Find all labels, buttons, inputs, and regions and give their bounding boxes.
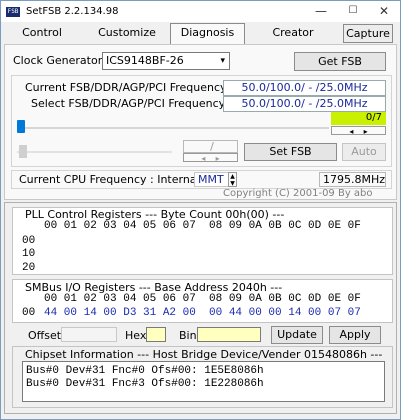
chevron-down-icon: ▾: [220, 56, 225, 66]
title-bar: FSB SetFSB 2.2.134.98 — ☐ ✕: [1, 1, 400, 22]
chipset-line: Bus#0 Dev#31 Fnc#3 Ofs#00: 1E228086h: [26, 378, 264, 390]
tab-control[interactable]: Control: [7, 24, 77, 43]
tab-diagnosis[interactable]: Diagnosis: [170, 23, 245, 44]
bin-label: Bin: [179, 329, 197, 342]
hex-label: Hex: [125, 329, 147, 342]
maximize-button[interactable]: ☐: [338, 1, 368, 22]
clock-generator-value: ICS9148BF-26: [106, 54, 184, 67]
divider-field[interactable]: /: [183, 140, 238, 153]
chipset-header: Chipset Information --- Host Bridge Devi…: [25, 348, 383, 361]
pll-row-label: 10: [22, 248, 36, 260]
pll-column-headers: 00 01 02 03 04 05 06 07 08 09 0A 0B 0C 0…: [44, 220, 361, 232]
cpu-frequency-value: 1795.8MHz: [319, 172, 386, 187]
clock-generator-select[interactable]: ICS9148BF-26 ▾: [102, 52, 230, 70]
hex-field[interactable]: [146, 327, 166, 342]
smbus-row-values: 44 00 14 00 D3 31 A2 00 00 44 00 00 14 0…: [44, 307, 361, 319]
fsb-slider-track: [17, 127, 329, 129]
select-frequency-label: Select FSB/DDR/AGP/PCI Frequency: [31, 97, 226, 110]
app-icon: FSB: [6, 6, 20, 17]
clock-generator-label: Clock Generator: [13, 54, 103, 67]
smbus-column-headers: 00 01 02 03 04 05 06 07 08 09 0A 0B 0C 0…: [44, 293, 361, 305]
pll-row-label: 00: [22, 235, 36, 247]
pll-row-label: 20: [22, 262, 36, 274]
secondary-slider-thumb[interactable]: [19, 145, 27, 158]
secondary-slider-track: [17, 151, 172, 153]
auto-button[interactable]: Auto: [342, 143, 386, 161]
fsb-slider-thumb[interactable]: [17, 120, 25, 133]
mode-spin[interactable]: ▲ ▼: [228, 172, 237, 187]
arrow-right-icon[interactable]: ▸: [364, 127, 368, 136]
minimize-button[interactable]: —: [306, 1, 336, 22]
current-frequency-label: Current FSB/DDR/AGP/PCI Frequency: [25, 81, 227, 94]
offset-field[interactable]: [61, 327, 117, 342]
window-title: SetFSB 2.2.134.98: [26, 6, 119, 17]
tab-creator[interactable]: Creator: [258, 24, 328, 43]
fsb-spin-buttons[interactable]: ◂ ▸: [331, 126, 386, 136]
tab-bar: Control Customize Diagnosis Creator Capt…: [3, 23, 398, 44]
close-button[interactable]: ✕: [369, 1, 399, 22]
tab-customize[interactable]: Customize: [91, 24, 163, 43]
divider-spin-buttons[interactable]: ◂ ▸: [183, 153, 238, 163]
fsb-counter: 0/7: [331, 112, 386, 125]
setfsb-window: FSB SetFSB 2.2.134.98 — ☐ ✕ Control Cust…: [0, 0, 401, 420]
chipset-info-box: Bus#0 Dev#31 Fnc#0 Ofs#00: 1E5E8086h Bus…: [22, 361, 385, 402]
bin-field[interactable]: [197, 327, 261, 342]
offset-label: Offset: [28, 329, 62, 342]
set-fsb-button[interactable]: Set FSB: [244, 143, 337, 161]
chipset-line: Bus#0 Dev#31 Fnc#0 Ofs#00: 1E5E8086h: [26, 365, 264, 377]
apply-button[interactable]: Apply: [329, 326, 381, 344]
select-frequency-value: 50.0/100.0/ - /25.0MHz: [223, 96, 386, 112]
smbus-row-label: 00: [22, 307, 36, 319]
arrow-left-icon[interactable]: ◂: [349, 127, 353, 136]
update-button[interactable]: Update: [271, 326, 323, 344]
current-frequency-value: 50.0/100.0/ - /25.0MHz: [223, 80, 386, 96]
cpu-frequency-label: Current CPU Frequency : Internal: [19, 173, 200, 186]
tab-capture[interactable]: Capture: [343, 24, 393, 43]
copyright-text: Copyright (C) 2001-09 By abo: [223, 188, 373, 199]
get-fsb-button[interactable]: Get FSB: [294, 52, 386, 71]
